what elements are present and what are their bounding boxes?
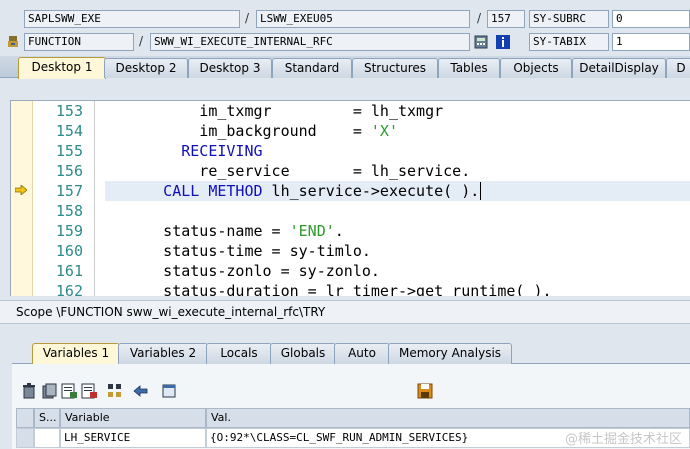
code-line[interactable]: 162 status-duration = lr_timer->get_runt… (11, 281, 690, 296)
code-line[interactable]: 161 status-zonlo = sy-zonlo. (11, 261, 690, 281)
code-text: status-time = sy-timlo. (109, 242, 371, 260)
code-text: CALL METHOD lh_service->execute( ). (105, 181, 690, 201)
tab-standard[interactable]: Standard (272, 58, 352, 78)
current-code-line[interactable]: 157 CALL METHOD lh_service->execute( ). (11, 181, 690, 201)
info-row-program: SAPLSWW_EXE / LSWW_EXEU05 / 157 SY-SUBRC… (0, 8, 690, 30)
code-text: re_service = lh_service. (109, 162, 471, 180)
delete-all-icon[interactable] (40, 382, 58, 400)
save-variables-icon[interactable] (60, 382, 78, 400)
line-number: 156 (55, 162, 83, 180)
object-type-field[interactable]: FUNCTION (24, 33, 134, 51)
line-number: 161 (55, 262, 83, 280)
calculator-icon[interactable] (474, 35, 488, 49)
delete-icon[interactable] (20, 382, 38, 400)
function-name-field[interactable]: SWW_WI_EXECUTE_INTERNAL_RFC (150, 33, 470, 51)
tab-auto[interactable]: Auto (334, 343, 390, 364)
tab-objects[interactable]: Objects (500, 58, 572, 78)
line-number: 157 (55, 182, 83, 200)
sy-subrc-label: SY-SUBRC (529, 10, 609, 28)
row-selector-header[interactable] (16, 408, 34, 428)
function-module-icon (8, 36, 18, 47)
separator: / (477, 11, 482, 25)
line-number: 162 (55, 282, 83, 296)
code-text: im_txmgr = lh_txmgr (109, 102, 444, 120)
code-line[interactable]: 155 RECEIVING (11, 141, 690, 161)
tab-globals[interactable]: Globals (270, 343, 336, 364)
code-line[interactable]: 156 re_service = lh_service. (11, 161, 690, 181)
line-number: 155 (55, 142, 83, 160)
code-line[interactable]: 159 status-name = 'END'. (11, 221, 690, 241)
code-text: status-zonlo = sy-zonlo. (109, 262, 380, 280)
tab-variables-2[interactable]: Variables 2 (118, 343, 208, 364)
code-text: RECEIVING (109, 142, 263, 160)
tab-desktop-3[interactable]: Desktop 3 (188, 58, 272, 78)
variables-tab-bar: Variables 1 Variables 2 Locals Globals A… (12, 342, 690, 364)
text-cursor (480, 182, 482, 200)
code-text: im_background = 'X' (109, 122, 398, 140)
tab-detail-display[interactable]: DetailDisplay (572, 58, 666, 78)
tab-desktop-2[interactable]: Desktop 2 (104, 58, 188, 78)
info-icon[interactable] (496, 35, 510, 49)
code-line[interactable]: 158 (11, 201, 690, 221)
column-header-s[interactable]: S... (34, 408, 60, 428)
scope-bar: Scope \FUNCTION sww_wi_execute_internal_… (0, 300, 690, 324)
current-line-arrow-icon (15, 185, 27, 195)
save-icon[interactable] (416, 382, 434, 400)
separator: / (139, 34, 144, 48)
tab-structures[interactable]: Structures (352, 58, 438, 78)
tab-d-truncated[interactable]: D (666, 58, 690, 78)
sy-subrc-value[interactable]: 0 (612, 10, 690, 28)
separator: / (245, 11, 250, 25)
line-number: 159 (55, 222, 83, 240)
column-header-value[interactable]: Val. (206, 408, 690, 428)
watermark: @稀土掘金技术社区 (564, 432, 682, 447)
line-number-field[interactable]: 157 (487, 10, 525, 28)
tab-variables-1[interactable]: Variables 1 (32, 343, 120, 364)
variable-name-cell[interactable]: LH_SERVICE (60, 428, 206, 448)
tab-memory-analysis[interactable]: Memory Analysis (388, 343, 512, 364)
code-text: status-name = 'END'. (109, 222, 344, 240)
line-number: 158 (55, 202, 83, 220)
tab-locals[interactable]: Locals (206, 343, 272, 364)
sy-tabix-label: SY-TABIX (529, 33, 609, 51)
variable-status-cell[interactable] (34, 428, 60, 448)
desktop-tab-bar: Desktop 1 Desktop 2 Desktop 3 Standard S… (0, 56, 690, 79)
line-number: 153 (55, 102, 83, 120)
include-field[interactable]: LSWW_EXEU05 (256, 10, 470, 28)
tab-desktop-1[interactable]: Desktop 1 (18, 57, 106, 79)
source-code-editor[interactable]: 153 im_txmgr = lh_txmgr 154 im_backgroun… (10, 100, 690, 296)
code-line[interactable]: 160 status-time = sy-timlo. (11, 241, 690, 261)
column-header-variable[interactable]: Variable (60, 408, 206, 428)
row-selector[interactable] (16, 428, 34, 448)
load-variables-icon[interactable] (80, 382, 98, 400)
line-number: 154 (55, 122, 83, 140)
tab-tables[interactable]: Tables (438, 58, 500, 78)
structure-icon[interactable] (106, 382, 124, 400)
object-detail-icon[interactable] (160, 382, 178, 400)
code-line[interactable]: 154 im_background = 'X' (11, 121, 690, 141)
program-field[interactable]: SAPLSWW_EXE (24, 10, 240, 28)
sy-tabix-value[interactable]: 1 (612, 33, 690, 51)
info-row-function: FUNCTION / SWW_WI_EXECUTE_INTERNAL_RFC S… (0, 31, 690, 53)
code-line[interactable]: 153 im_txmgr = lh_txmgr (11, 101, 690, 121)
line-number: 160 (55, 242, 83, 260)
navigate-icon[interactable] (132, 382, 150, 400)
code-text: status-duration = lr_timer->get_runtime(… (109, 282, 552, 296)
